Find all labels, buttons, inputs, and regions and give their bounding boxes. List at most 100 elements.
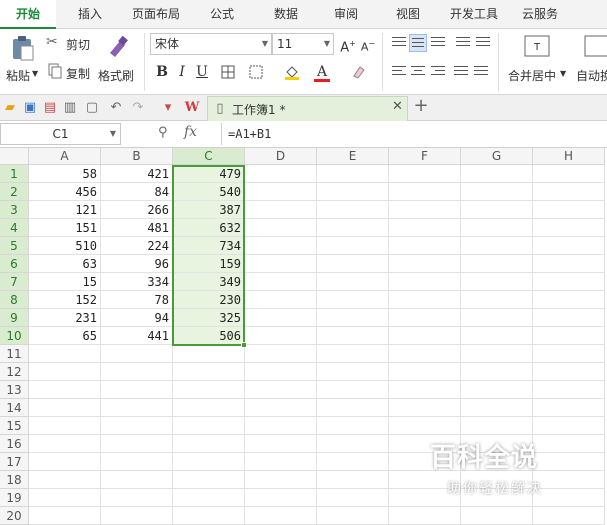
row-header[interactable]: 14: [0, 399, 29, 417]
tab-developer[interactable]: 开发工具: [444, 0, 504, 29]
cell[interactable]: [317, 471, 389, 489]
cell[interactable]: [533, 237, 605, 255]
print-preview-icon[interactable]: ▢: [84, 100, 100, 116]
bold-button[interactable]: B: [152, 62, 172, 82]
column-header[interactable]: B: [101, 148, 173, 165]
cell-fill-pattern-icon[interactable]: [246, 62, 266, 82]
cell[interactable]: [29, 363, 101, 381]
row-header[interactable]: 19: [0, 489, 29, 507]
cell[interactable]: [389, 219, 461, 237]
merge-center-button[interactable]: T 合并居中 ▼: [506, 33, 568, 91]
cell[interactable]: [245, 363, 317, 381]
cell[interactable]: [317, 237, 389, 255]
cell[interactable]: [245, 435, 317, 453]
cell[interactable]: [317, 219, 389, 237]
row-header[interactable]: 6: [0, 255, 29, 273]
select-all-corner[interactable]: [0, 148, 29, 165]
cell[interactable]: [461, 183, 533, 201]
column-header[interactable]: D: [245, 148, 317, 165]
cell[interactable]: 325: [173, 309, 245, 327]
cell[interactable]: 266: [101, 201, 173, 219]
cell[interactable]: 387: [173, 201, 245, 219]
cell[interactable]: [533, 363, 605, 381]
align-top-icon[interactable]: [390, 34, 408, 52]
formula-input[interactable]: =A1+B1: [221, 123, 607, 145]
open-folder-icon[interactable]: ▰: [2, 100, 18, 116]
cell[interactable]: [29, 381, 101, 399]
tab-formulas[interactable]: 公式: [198, 0, 246, 29]
cell[interactable]: [461, 237, 533, 255]
tab-home[interactable]: 开始: [0, 0, 56, 29]
cell[interactable]: [317, 255, 389, 273]
cell[interactable]: [173, 471, 245, 489]
align-middle-icon[interactable]: [409, 34, 427, 52]
cell[interactable]: [317, 399, 389, 417]
cell[interactable]: [29, 417, 101, 435]
cell[interactable]: [533, 255, 605, 273]
cell[interactable]: [533, 273, 605, 291]
cell[interactable]: 96: [101, 255, 173, 273]
cell[interactable]: [245, 507, 317, 525]
cell[interactable]: [245, 345, 317, 363]
cell[interactable]: [317, 507, 389, 525]
cell[interactable]: [101, 507, 173, 525]
cell[interactable]: [389, 345, 461, 363]
cell[interactable]: [533, 309, 605, 327]
decrease-indent-icon[interactable]: [454, 34, 472, 52]
tab-page-layout[interactable]: 页面布局: [128, 0, 184, 29]
row-header[interactable]: 12: [0, 363, 29, 381]
cell[interactable]: [173, 507, 245, 525]
cell[interactable]: [389, 273, 461, 291]
paste-button[interactable]: 粘贴 ▼: [4, 33, 40, 91]
row-header[interactable]: 11: [0, 345, 29, 363]
row-header[interactable]: 18: [0, 471, 29, 489]
cell[interactable]: [173, 435, 245, 453]
cell[interactable]: [461, 417, 533, 435]
row-header[interactable]: 15: [0, 417, 29, 435]
cell[interactable]: [245, 327, 317, 345]
cell[interactable]: [245, 489, 317, 507]
cell[interactable]: [29, 453, 101, 471]
cell[interactable]: [245, 417, 317, 435]
align-bottom-icon[interactable]: [429, 34, 447, 52]
align-right-icon[interactable]: [429, 63, 447, 81]
row-header[interactable]: 20: [0, 507, 29, 525]
cell[interactable]: [533, 399, 605, 417]
cell[interactable]: 151: [29, 219, 101, 237]
cell[interactable]: [101, 345, 173, 363]
redo-icon[interactable]: ↷: [130, 100, 146, 116]
cell[interactable]: [101, 435, 173, 453]
cell[interactable]: 479: [173, 165, 245, 183]
column-header[interactable]: H: [533, 148, 605, 165]
cell[interactable]: [101, 471, 173, 489]
decrease-font-icon[interactable]: A−: [358, 34, 378, 54]
row-header[interactable]: 10: [0, 327, 29, 345]
wrap-text-button[interactable]: 自动换: [574, 33, 607, 91]
column-header[interactable]: E: [317, 148, 389, 165]
column-header[interactable]: G: [461, 148, 533, 165]
copy-button[interactable]: 复制: [46, 63, 94, 81]
cell[interactable]: [317, 309, 389, 327]
cell[interactable]: [173, 399, 245, 417]
customize-toolbar-icon[interactable]: ▾: [160, 100, 176, 116]
row-header[interactable]: 7: [0, 273, 29, 291]
cell[interactable]: [245, 255, 317, 273]
distributed-icon[interactable]: [472, 63, 490, 81]
cell[interactable]: [245, 471, 317, 489]
cell[interactable]: [317, 291, 389, 309]
cell[interactable]: [461, 273, 533, 291]
cell[interactable]: [533, 201, 605, 219]
cell[interactable]: [461, 165, 533, 183]
cell[interactable]: [389, 381, 461, 399]
document-tab[interactable]: ▯ 工作簿1 * ✕: [207, 96, 408, 121]
tab-cloud[interactable]: 云服务: [514, 0, 566, 29]
cell[interactable]: [317, 363, 389, 381]
underline-button[interactable]: U: [192, 62, 212, 82]
cell[interactable]: [461, 345, 533, 363]
cell[interactable]: [317, 381, 389, 399]
cell[interactable]: [389, 327, 461, 345]
cell[interactable]: [389, 417, 461, 435]
cell[interactable]: [461, 363, 533, 381]
cell[interactable]: [101, 363, 173, 381]
cell[interactable]: [317, 165, 389, 183]
